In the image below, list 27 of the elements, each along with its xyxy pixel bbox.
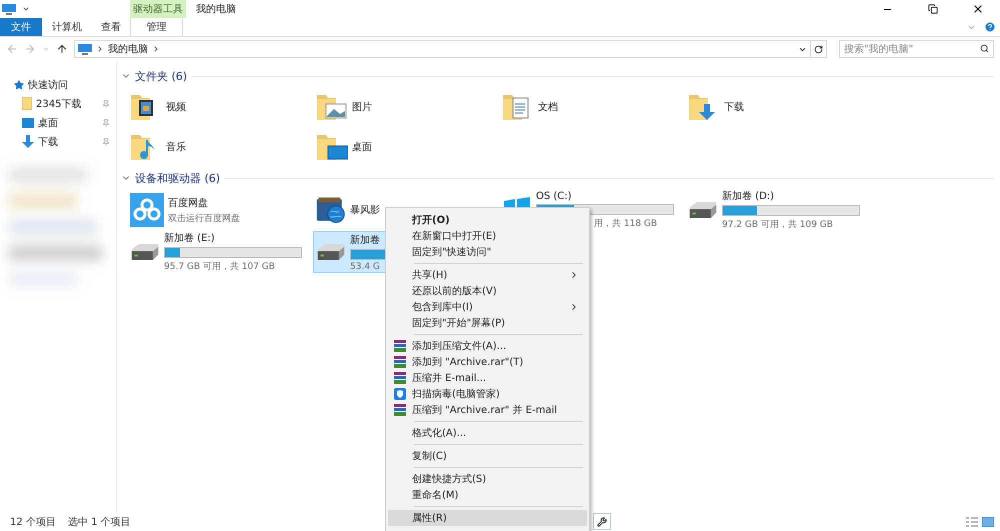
app-name: 暴风影 <box>350 204 380 217</box>
selection-count: 选中 1 个项目 <box>68 516 131 529</box>
folder-name: 下载 <box>724 100 744 114</box>
drive-name: 新加卷 (D:) <box>722 190 774 203</box>
section-title: 设备和驱动器 (6) <box>135 170 220 186</box>
drive-space: 97.2 GB 可用，共 109 GB <box>722 218 833 231</box>
window-title: 我的电脑 <box>195 2 237 17</box>
section-title: 文件夹 (6) <box>135 68 188 84</box>
drive-name: 新加卷 (E:) <box>164 232 215 245</box>
folder-name: 图片 <box>352 100 372 114</box>
item-count: 12 个项目 <box>10 516 56 529</box>
context-tab-label: 驱动器工具 <box>130 0 186 18</box>
sidebar-label: 下载 <box>38 136 59 148</box>
folder-name: 音乐 <box>166 140 186 154</box>
sidebar-label: 桌面 <box>38 116 59 130</box>
drive-name: OS (C:) <box>536 190 572 202</box>
drive-space: 用，共 118 GB <box>593 218 658 230</box>
drive-space: 95.7 GB 可用，共 107 GB <box>164 260 275 273</box>
folder-name: 视频 <box>166 100 186 114</box>
app-subtitle: 双击运行百度网盘 <box>168 212 240 224</box>
drive-name: 新加卷 <box>350 234 380 246</box>
folder-name: 文档 <box>538 100 558 114</box>
sidebar-label: 2345下载 <box>36 98 82 110</box>
folder-name: 桌面 <box>352 140 372 154</box>
app-name: 百度网盘 <box>168 196 208 210</box>
drive-space: 53.4 G <box>350 262 380 272</box>
sidebar-label: 快速访问 <box>28 78 69 92</box>
